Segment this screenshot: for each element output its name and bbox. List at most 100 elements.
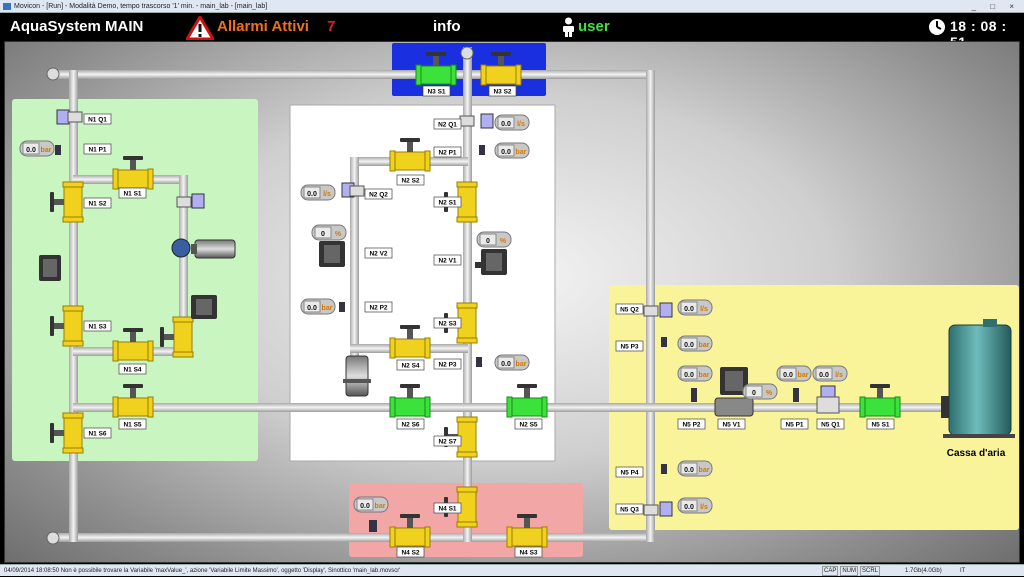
flow-meter-n5-q3[interactable]	[643, 504, 659, 516]
tag-n5-s1[interactable]: N5 S1	[866, 418, 895, 430]
tag-label: N2 S4	[401, 363, 419, 370]
user-icon[interactable]	[561, 17, 576, 37]
tag-n5-q1[interactable]: N5 Q1	[816, 418, 845, 430]
tag-n4-s3[interactable]: N4 S3	[514, 546, 543, 558]
tag-n2-p2[interactable]: N2 P2	[364, 301, 393, 313]
tag-n2-s5[interactable]: N2 S5	[514, 418, 543, 430]
minimize-button[interactable]: _	[972, 2, 982, 11]
user-label[interactable]: user	[578, 18, 610, 35]
pressure-sensor-n5-p2[interactable]	[691, 388, 697, 402]
window-controls[interactable]: _ □ ×	[972, 2, 1020, 11]
tag-n4-s1[interactable]: N4 S1	[433, 502, 462, 514]
readout-value: 0.0	[501, 149, 511, 156]
readout-unit: bar	[322, 305, 333, 312]
tag-n1-s1[interactable]: N1 S1	[118, 187, 147, 199]
readout-n2-q2: 0.0 l/s	[300, 184, 336, 201]
maximize-button[interactable]: □	[990, 2, 1001, 11]
readout-n4: 0.0 bar	[353, 496, 389, 513]
tag-n2-q1[interactable]: N2 Q1	[433, 118, 462, 130]
flow-meter-n2-q2[interactable]	[349, 185, 365, 197]
tag-n2-s6[interactable]: N2 S6	[396, 418, 425, 430]
tag-n1-p1[interactable]: N1 P1	[83, 143, 112, 155]
readout-n2-p1: 0.0 bar	[494, 142, 530, 159]
tank-label: Cassa d'aria	[947, 448, 1006, 459]
pressure-sensor-n2-p2[interactable]	[339, 302, 345, 312]
tag-n2-v1[interactable]: N2 V1	[433, 254, 462, 266]
tag-label: N5 P3	[620, 344, 638, 351]
tag-n5-p3[interactable]: N5 P3	[615, 340, 644, 352]
readout-unit: bar	[516, 361, 527, 368]
tag-n1-s6[interactable]: N1 S6	[83, 427, 112, 439]
warning-triangle-icon[interactable]	[186, 16, 214, 40]
pressure-sensor-n4[interactable]	[369, 520, 377, 532]
tag-n1-s3[interactable]: N1 S3	[83, 320, 112, 332]
readout-n5-q1: 0.0 l/s	[812, 365, 848, 382]
tag-n2-s4[interactable]: N2 S4	[396, 359, 425, 371]
tag-label: N2 Q1	[438, 122, 457, 129]
readout-value: 0.0	[360, 503, 370, 510]
actuator-n1-right[interactable]	[191, 295, 217, 319]
tag-label: N3 S1	[427, 89, 445, 96]
actuator-n2-v1[interactable]	[481, 249, 507, 275]
info-button[interactable]: info	[433, 18, 461, 35]
caps-indicator: CAP	[822, 566, 839, 576]
pump-n1[interactable]	[171, 238, 236, 259]
pressure-sensor-n5-p1[interactable]	[793, 388, 799, 402]
tag-n5-p2[interactable]: N5 P2	[677, 418, 706, 430]
flow-meter-n1-s4[interactable]	[176, 196, 192, 208]
actuator-n2-v2[interactable]	[319, 241, 345, 267]
tag-n2-v2[interactable]: N2 V2	[364, 247, 393, 259]
pressure-sensor-n2-p3[interactable]	[476, 357, 482, 367]
tag-n2-p3[interactable]: N2 P3	[433, 358, 462, 370]
tag-label: N1 Q1	[88, 117, 107, 124]
tag-n4-s2[interactable]: N4 S2	[396, 546, 425, 558]
readout-unit: %	[766, 390, 773, 397]
tag-label: N2 S2	[401, 178, 419, 185]
tag-n1-q1[interactable]: N1 Q1	[83, 113, 112, 125]
tag-n2-p1[interactable]: N2 P1	[433, 146, 462, 158]
alarm-label[interactable]: Allarmi Attivi	[217, 18, 309, 35]
tag-n2-s2[interactable]: N2 S2	[396, 174, 425, 186]
tag-n5-p4[interactable]: N5 P4	[615, 466, 644, 478]
pressure-sensor-n5-p4[interactable]	[661, 464, 667, 474]
readout-value: 0	[752, 390, 756, 397]
flow-meter-n1-q1[interactable]	[67, 111, 83, 123]
readout-value: 0.0	[684, 372, 694, 379]
readout-n5-q2: 0.0 l/s	[677, 299, 713, 316]
pressure-sensor-n2-p1[interactable]	[479, 145, 485, 155]
tag-label: N5 P2	[682, 422, 700, 429]
tag-n5-v1[interactable]: N5 V1	[717, 418, 746, 430]
readout-unit: bar	[516, 149, 527, 156]
pressure-sensor-n1-p1[interactable]	[55, 145, 61, 155]
tag-n1-s4[interactable]: N1 S4	[118, 363, 147, 375]
tag-n5-p1[interactable]: N5 P1	[780, 418, 809, 430]
tag-label: N2 S5	[519, 422, 537, 429]
tag-label: N5 Q1	[821, 422, 840, 429]
readout-n5-p2: 0.0 bar	[677, 365, 713, 382]
tag-n2-s7[interactable]: N2 S7	[433, 435, 462, 447]
tag-n5-q2[interactable]: N5 Q2	[615, 303, 644, 315]
system-name: AquaSystem MAIN	[10, 18, 144, 35]
pump-n2[interactable]	[343, 355, 371, 397]
tag-n2-s3[interactable]: N2 S3	[433, 317, 462, 329]
tag-label: N2 S6	[401, 422, 419, 429]
tag-n2-q2[interactable]: N2 Q2	[364, 188, 393, 200]
tag-n5-q3[interactable]: N5 Q3	[615, 503, 644, 515]
readout-value: 0.0	[307, 191, 317, 198]
tag-label: N2 P2	[369, 305, 387, 312]
tag-n1-s5[interactable]: N1 S5	[118, 418, 147, 430]
tag-n1-s2[interactable]: N1 S2	[83, 197, 112, 209]
tag-n3-s1[interactable]: N3 S1	[422, 85, 451, 97]
flow-meter-n5-q2[interactable]	[643, 305, 659, 317]
flow-meter-n2-q1[interactable]	[459, 115, 475, 127]
tag-n2-s1[interactable]: N2 S1	[433, 196, 462, 208]
flow-meter-n5-q1[interactable]	[816, 396, 840, 414]
pressure-sensor-n5-p3[interactable]	[661, 337, 667, 347]
close-button[interactable]: ×	[1009, 2, 1020, 11]
actuator-n1-left[interactable]	[39, 255, 61, 281]
readout-n1-p1: 0.0 bar	[19, 140, 55, 157]
air-tank[interactable]	[941, 319, 1015, 438]
tag-n3-s2[interactable]: N3 S2	[488, 85, 517, 97]
readout-n5-p3: 0.0 bar	[677, 335, 713, 352]
tag-label: N1 S5	[123, 422, 141, 429]
